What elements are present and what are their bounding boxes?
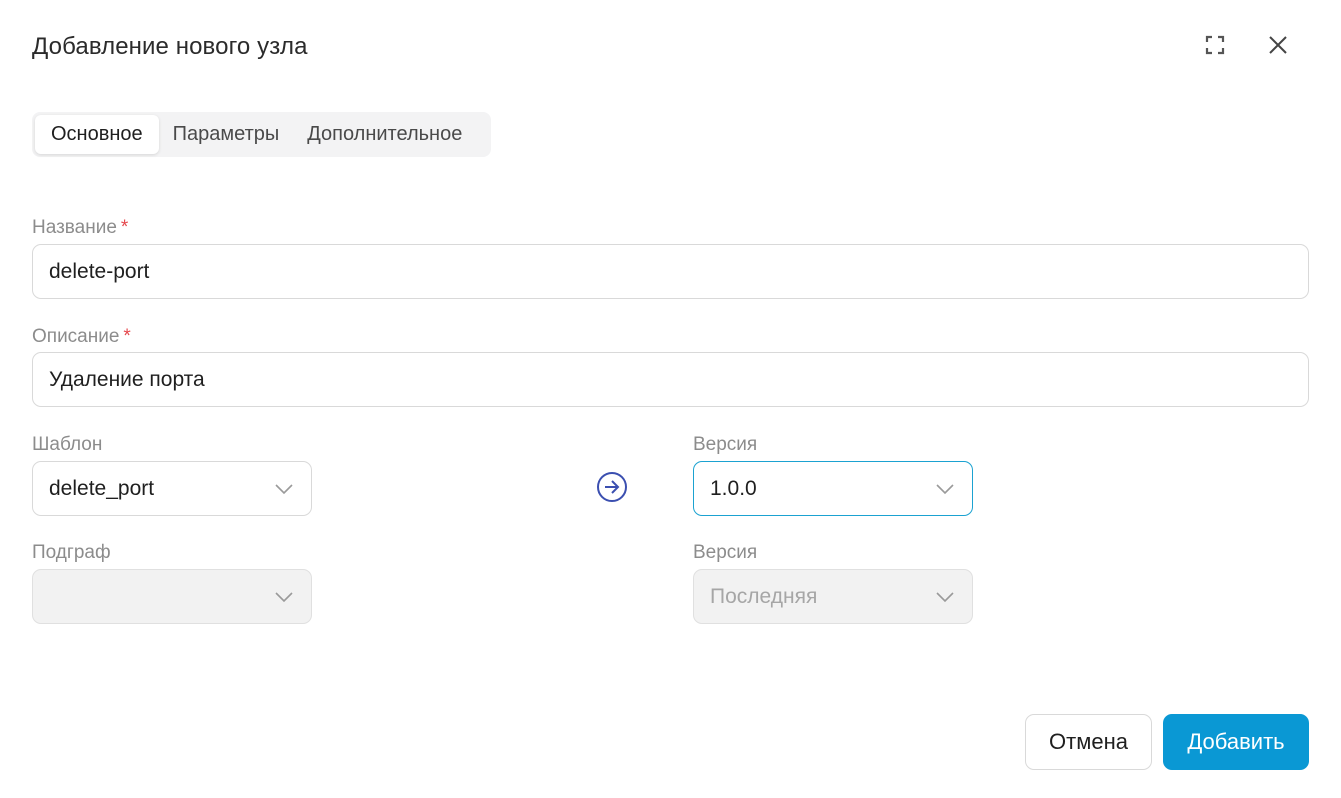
tab-bar: Основное Параметры Дополнительное: [32, 112, 491, 157]
description-label-text: Описание: [32, 326, 120, 347]
template-label: Шаблон: [32, 434, 103, 455]
subgraph-version-label: Версия: [693, 542, 758, 563]
template-version-value: 1.0.0: [710, 476, 757, 500]
arrow-right-circle-icon: [596, 471, 628, 508]
add-node-dialog: Добавление нового узла Основное Параметр…: [0, 0, 1341, 798]
close-button[interactable]: [1261, 30, 1295, 64]
expand-icon: [1205, 35, 1225, 60]
required-mark: *: [120, 217, 129, 238]
name-label: Название *: [32, 217, 128, 239]
subgraph-version-placeholder: Последняя: [710, 584, 818, 608]
chevron-down-icon: [273, 478, 295, 500]
description-label: Описание *: [32, 326, 131, 348]
template-select-value: delete_port: [49, 476, 155, 500]
chevron-down-icon: [934, 586, 956, 608]
name-label-text: Название: [32, 217, 117, 238]
template-select[interactable]: delete_port: [32, 461, 312, 516]
description-input[interactable]: Удаление порта: [32, 352, 1309, 407]
required-mark: *: [123, 326, 131, 347]
tab-additional[interactable]: Дополнительное: [293, 115, 476, 154]
go-to-template-button[interactable]: [595, 471, 629, 508]
chevron-down-icon: [273, 586, 295, 608]
cancel-button[interactable]: Отмена: [1025, 714, 1152, 770]
template-version-label: Версия: [693, 434, 758, 455]
dialog-title: Добавление нового узла: [32, 33, 308, 60]
subgraph-select[interactable]: [32, 569, 312, 624]
close-icon: [1268, 35, 1288, 60]
name-input-value: delete-port: [49, 259, 150, 283]
add-button[interactable]: Добавить: [1163, 714, 1309, 770]
expand-button[interactable]: [1198, 30, 1232, 64]
tab-parameters[interactable]: Параметры: [159, 115, 294, 154]
subgraph-label: Подграф: [32, 542, 111, 563]
description-input-value: Удаление порта: [49, 367, 205, 391]
name-input[interactable]: delete-port: [32, 244, 1309, 299]
chevron-down-icon: [934, 478, 956, 500]
template-version-select[interactable]: 1.0.0: [693, 461, 973, 516]
subgraph-version-select[interactable]: Последняя: [693, 569, 973, 624]
tab-basic[interactable]: Основное: [35, 115, 159, 154]
